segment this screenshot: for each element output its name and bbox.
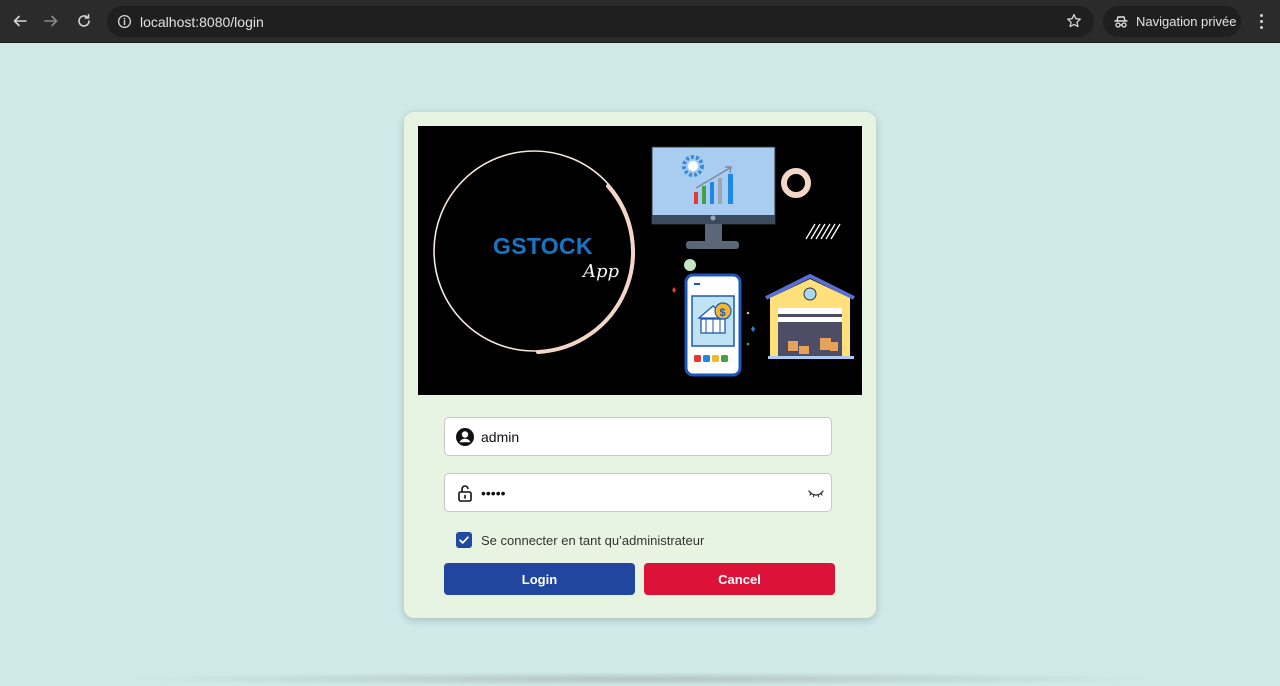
user-icon xyxy=(456,428,474,446)
banner-illustration: $ GSTOCK App xyxy=(418,126,862,395)
warehouse-icon xyxy=(765,274,855,359)
decor-ring-icon xyxy=(781,168,811,198)
brand-title: GSTOCK xyxy=(493,233,593,259)
login-card: $ GSTOCK App admin ••••• Se connecter en… xyxy=(404,112,876,618)
kebab-menu-icon[interactable] xyxy=(1251,11,1271,31)
admin-checkbox[interactable] xyxy=(456,532,472,548)
arrow-left-icon xyxy=(13,15,27,27)
forward-button[interactable] xyxy=(39,9,63,33)
monitor-chart-icon xyxy=(651,146,776,249)
incognito-profile-button[interactable]: Navigation privée xyxy=(1103,6,1241,37)
checkmark-icon xyxy=(459,536,469,544)
username-field[interactable] xyxy=(444,417,832,456)
lock-icon xyxy=(458,485,472,502)
info-icon[interactable] xyxy=(115,12,134,31)
decor-slashes-icon xyxy=(805,223,841,240)
star-icon[interactable] xyxy=(1066,13,1082,29)
reload-icon xyxy=(78,14,90,27)
login-button[interactable]: Login xyxy=(444,563,635,595)
url-text[interactable]: localhost:8080/login xyxy=(140,14,264,30)
back-button[interactable] xyxy=(8,9,32,33)
page-bottom-shadow xyxy=(120,672,1160,686)
password-field[interactable] xyxy=(444,473,832,512)
arrow-right-icon xyxy=(44,15,58,27)
admin-checkbox-label: Se connecter en tant qu’administrateur xyxy=(481,532,705,548)
eye-closed-icon[interactable] xyxy=(807,484,825,502)
browser-toolbar: localhost:8080/login Navigation privée xyxy=(0,0,1280,43)
username-input[interactable] xyxy=(481,423,801,450)
cancel-button[interactable]: Cancel xyxy=(644,563,835,595)
password-input[interactable] xyxy=(481,479,801,506)
brand-subtitle: App xyxy=(583,261,620,282)
decor-dot-icon xyxy=(684,259,696,271)
phone-bank-icon: $ xyxy=(684,273,742,377)
svg-text:$: $ xyxy=(720,307,726,319)
address-bar[interactable]: localhost:8080/login xyxy=(107,6,1094,37)
admin-checkbox-row[interactable]: Se connecter en tant qu’administrateur xyxy=(456,530,704,550)
incognito-icon xyxy=(1114,15,1128,28)
profile-label: Navigation privée xyxy=(1136,14,1237,29)
reload-button[interactable] xyxy=(72,9,96,33)
